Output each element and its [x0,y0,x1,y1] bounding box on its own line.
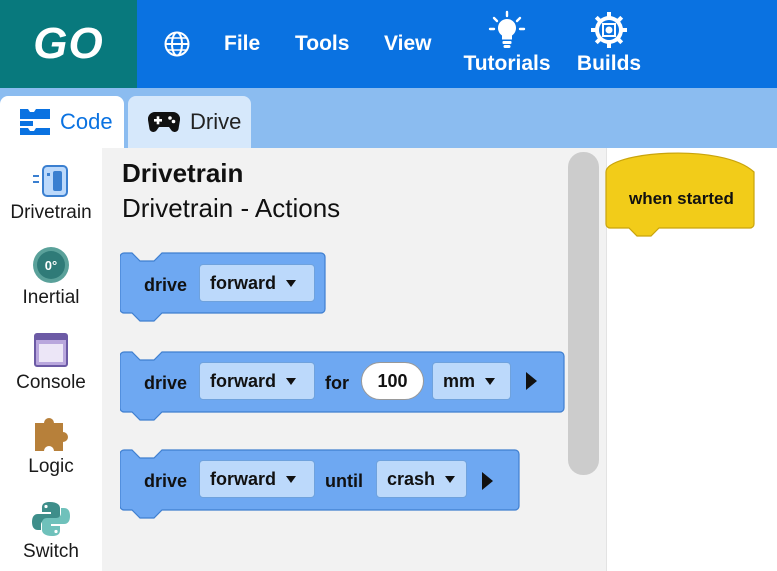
puzzle-piece-icon [35,417,68,451]
chevron-down-icon [485,377,496,385]
unit-dropdown[interactable]: mm [432,362,511,400]
menu-view[interactable]: View [384,32,431,56]
distance-input[interactable]: 100 [361,362,424,400]
chevron-down-icon [286,475,297,483]
direction-dropdown[interactable]: forward [199,264,315,302]
category-drivetrain[interactable]: Drivetrain [0,163,102,224]
category-console[interactable]: Console [0,331,102,394]
lightbulb-icon [488,10,526,48]
inertial-dial-value: 0° [45,258,57,273]
builds-label: Builds [576,52,642,75]
category-label: Drivetrain [10,202,92,223]
chevron-down-icon [286,279,297,287]
tab-code-label: Code [60,109,113,134]
category-logic[interactable]: Logic [0,415,102,478]
condition-dropdown[interactable]: crash [376,460,467,498]
globe-icon[interactable] [163,30,191,58]
direction-value: forward [210,468,277,489]
direction-value: forward [210,370,277,391]
flyout-scrollbar[interactable] [568,152,599,475]
code-blocks-icon [20,109,50,135]
gear-icon [591,12,627,48]
unit-value: mm [443,370,476,391]
distance-value: 100 [377,370,408,391]
gamepad-icon [148,111,180,132]
category-inertial[interactable]: 0° Inertial [0,246,102,309]
flyout-subtitle: Drivetrain - Actions [122,193,341,223]
until-label: until [325,471,363,491]
direction-dropdown[interactable]: forward [199,460,315,498]
tutorials-label: Tutorials [463,52,551,75]
chevron-down-icon [445,475,456,483]
expand-arrow-icon[interactable] [526,372,537,390]
drivetrain-icon [33,165,68,197]
python-logo-icon [32,502,70,536]
menu-file[interactable]: File [224,32,260,56]
category-label: Inertial [22,287,80,308]
tab-drive-label: Drive [190,109,242,134]
tutorials-button[interactable]: Tutorials [460,10,554,76]
tab-code[interactable]: Code [0,96,124,148]
drive-label: drive [144,373,188,393]
tab-drive[interactable]: Drive [128,96,251,148]
drive-label: drive [144,471,188,491]
category-label: Switch [23,541,79,562]
condition-value: crash [387,468,436,489]
for-label: for [325,373,349,393]
direction-value: forward [210,272,277,293]
drive-label: drive [144,275,188,295]
logo-text: GO [33,19,104,68]
app-logo: GO [0,0,137,88]
direction-dropdown[interactable]: forward [199,362,315,400]
category-label: Console [16,372,86,393]
menu-tools[interactable]: Tools [295,32,349,56]
category-label: Logic [28,456,74,477]
console-window-icon [34,333,68,367]
flyout-title: Drivetrain [122,158,244,188]
category-switch[interactable]: Switch [0,500,102,563]
chevron-down-icon [286,377,297,385]
builds-button[interactable]: Builds [572,10,646,76]
expand-arrow-icon[interactable] [482,472,493,490]
inertial-dial-icon: 0° [33,247,69,283]
when-started-label: when started [629,189,734,208]
